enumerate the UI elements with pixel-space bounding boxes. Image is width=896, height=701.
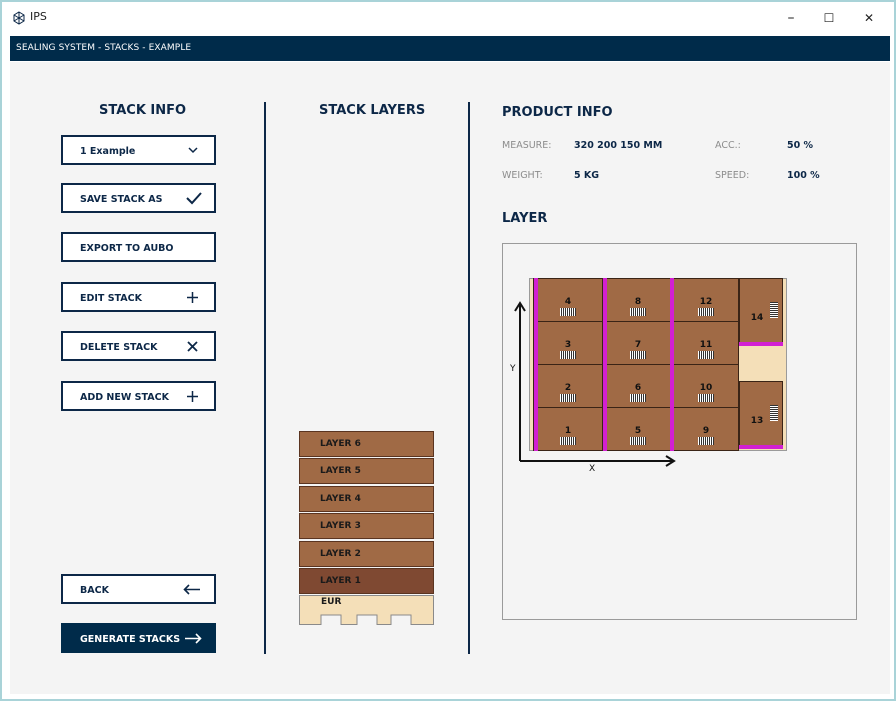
window-title: IPS [30,10,47,23]
layer-label: LAYER 1 [320,576,361,586]
measure-label: MEASURE: [502,140,552,151]
column-divider-left [264,102,266,654]
minimize-button[interactable]: – [780,8,802,28]
pallet-graphic [299,595,434,625]
layer-item-2[interactable]: LAYER 2 [299,541,434,567]
add-new-stack-label: ADD NEW STACK [80,392,169,403]
arrow-left-icon [183,584,200,595]
breadcrumb: SEALING SYSTEM - STACKS - EXAMPLE [16,43,192,53]
axis-y-label: Y [510,364,516,374]
layer-item-5[interactable]: LAYER 5 [299,458,434,484]
plus-icon [187,391,198,402]
layer-label: LAYER 4 [320,494,361,504]
layer-item-3[interactable]: LAYER 3 [299,513,434,539]
layer-item-6[interactable]: LAYER 6 [299,431,434,457]
product-info-heading: PRODUCT INFO [502,105,613,120]
breadcrumb-bar: SEALING SYSTEM - STACKS - EXAMPLE [10,36,890,61]
delete-stack-label: DELETE STACK [80,342,158,353]
title-bar: IPS – ☐ ✕ [2,2,894,36]
pallet-eur: EUR [299,595,434,625]
plus-icon [187,292,198,303]
back-label: BACK [80,585,109,596]
layer-label: LAYER 5 [320,466,361,476]
delete-stack-button[interactable]: DELETE STACK [61,331,216,361]
weight-label: WEIGHT: [502,170,543,181]
stack-select[interactable]: 1 Example [61,135,216,165]
speed-label: SPEED: [715,170,750,181]
layer-label: LAYER 2 [320,549,361,559]
save-stack-as-label: SAVE STACK AS [80,194,163,205]
maximize-button[interactable]: ☐ [818,8,840,28]
add-new-stack-button[interactable]: ADD NEW STACK [61,381,216,411]
save-stack-as-button[interactable]: SAVE STACK AS [61,183,216,213]
axis-x-label: X [589,464,596,474]
generate-stacks-label: GENERATE STACKS [80,634,181,645]
layer-item-1-selected[interactable]: LAYER 1 [299,568,434,594]
checkmark-icon [186,192,202,205]
stack-select-value: 1 Example [80,146,136,157]
ips-logo-icon [13,11,25,25]
edit-stack-button[interactable]: EDIT STACK [61,282,216,312]
export-to-aubo-button[interactable]: EXPORT TO AUBO [61,232,216,262]
layer-heading: LAYER [502,211,548,226]
close-window-button[interactable]: ✕ [858,8,880,28]
pallet-label: EUR [321,597,342,607]
weight-value: 5 KG [574,170,600,181]
generate-stacks-button[interactable]: GENERATE STACKS [61,623,216,653]
export-to-aubo-label: EXPORT TO AUBO [80,243,174,254]
layer-item-4[interactable]: LAYER 4 [299,486,434,512]
layer-label: LAYER 3 [320,521,361,531]
chevron-down-icon [188,147,198,154]
axes-graphic [514,301,676,467]
column-divider-right [468,102,470,654]
measure-value: 320 200 150 MM [574,140,663,151]
layer-label: LAYER 6 [320,439,361,449]
app-window: IPS – ☐ ✕ SEALING SYSTEM - STACKS - EXAM… [0,0,896,701]
speed-value: 100 % [787,170,820,181]
acc-value: 50 % [787,140,814,151]
stack-layers-heading: STACK LAYERS [319,103,426,118]
arrow-right-icon [185,633,202,644]
stack-info-heading: STACK INFO [99,103,187,118]
layer-view-panel: 4 3 2 1 8 7 6 5 12 11 10 9 14 13 X Y [502,243,857,620]
edit-stack-label: EDIT STACK [80,293,142,304]
acc-label: ACC.: [715,140,741,151]
back-button[interactable]: BACK [61,574,216,604]
close-icon [187,341,198,352]
